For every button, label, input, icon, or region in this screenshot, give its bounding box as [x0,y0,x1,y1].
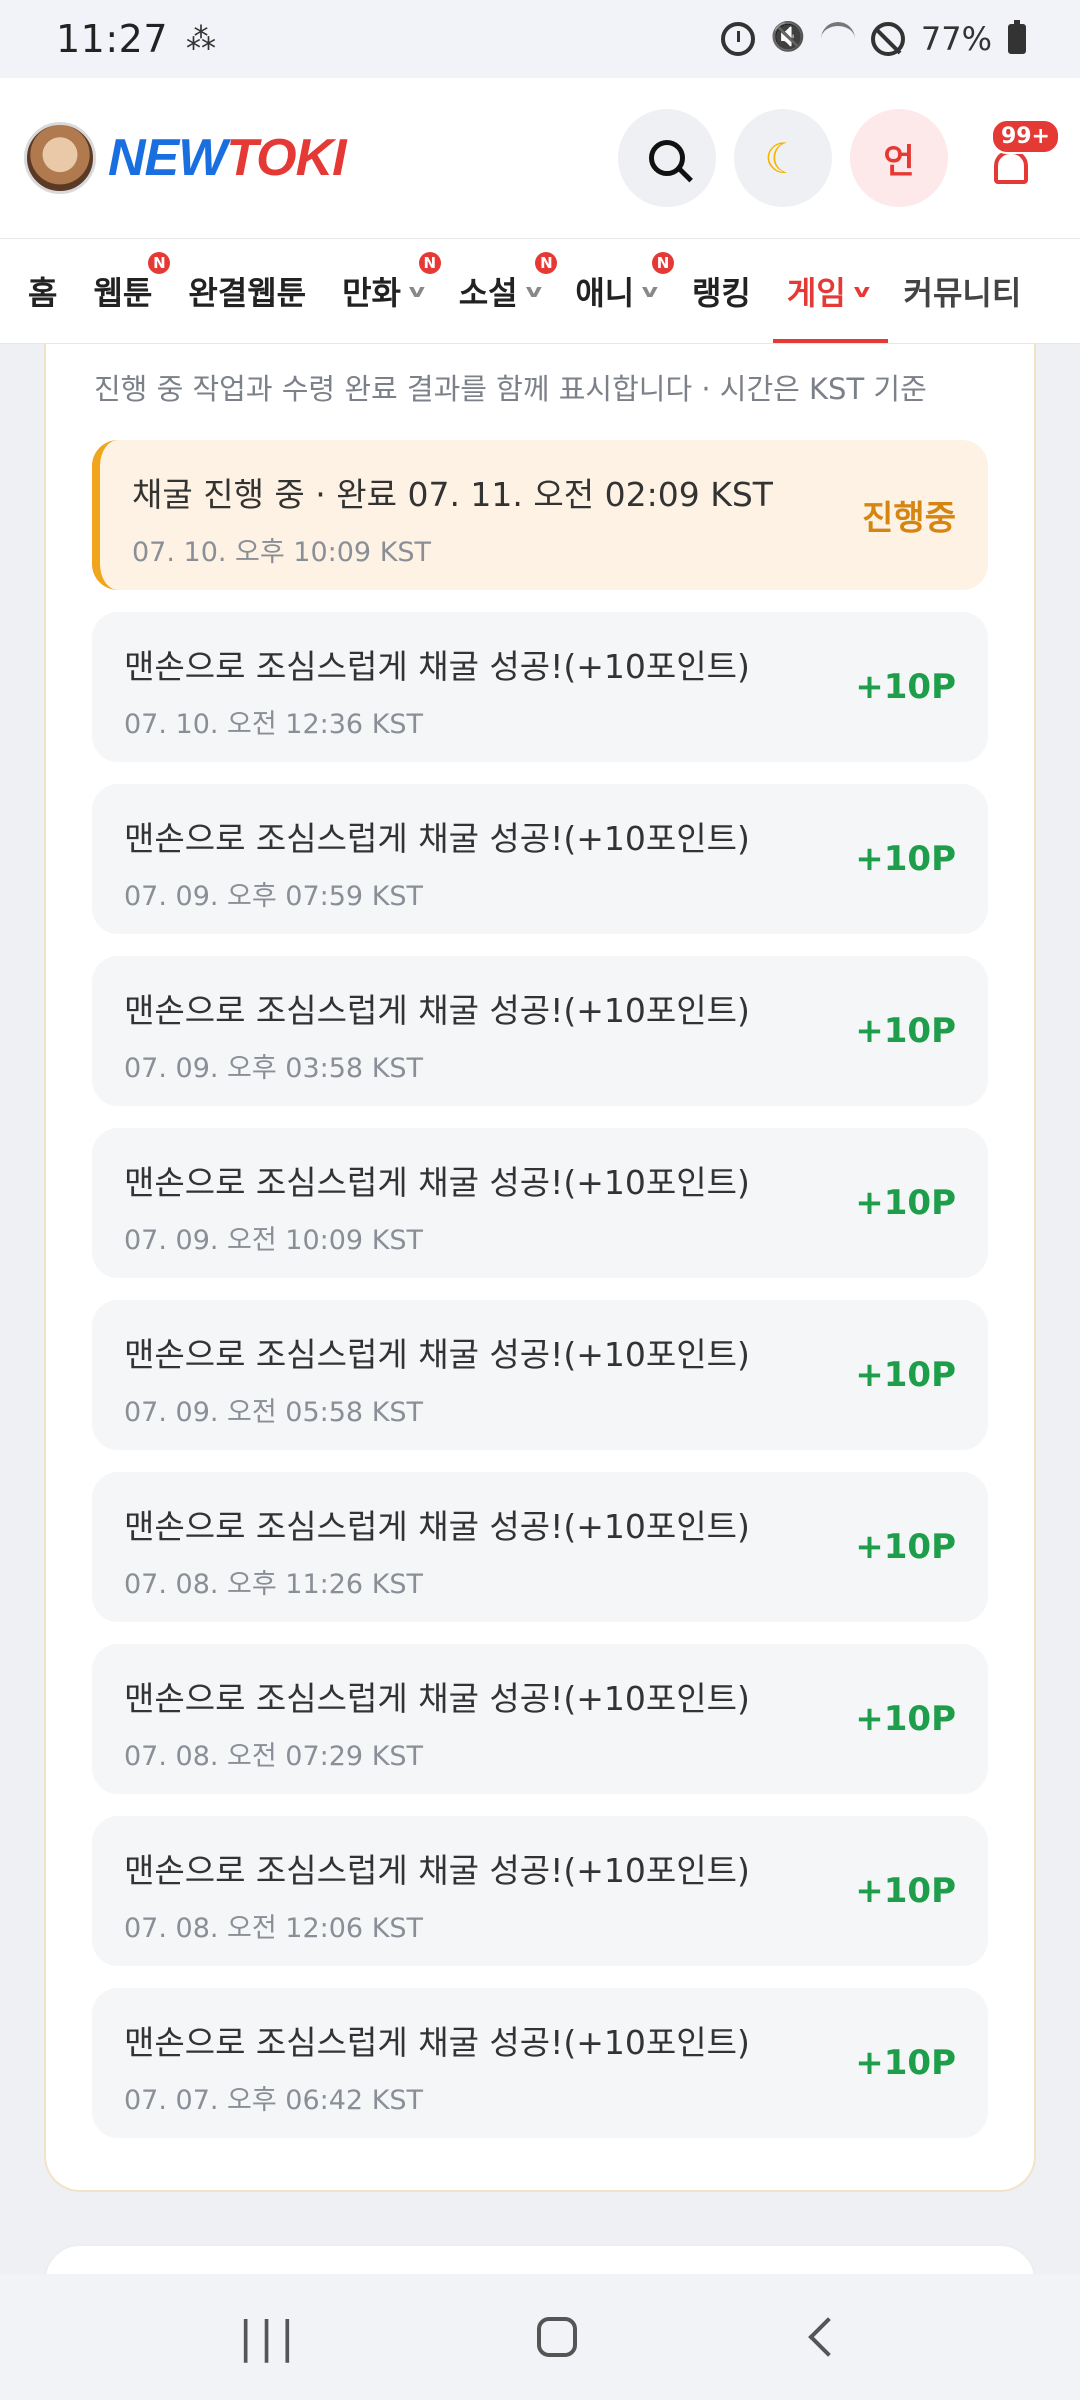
item-title: 맨손으로 조심스럽게 채굴 성공!(+10포인트) [124,2023,750,2062]
notification-button[interactable]: 99+ [966,109,1060,207]
tab-game[interactable]: 게임 v [772,239,888,343]
item-date: 07. 09. 오전 05:58 KST [124,1397,424,1428]
site-header: NEWTOKI ☾ 언 99+ [0,78,1080,238]
item-date: 07. 10. 오후 10:09 KST [132,537,432,568]
item-date: 07. 09. 오전 10:09 KST [124,1225,424,1256]
item-date: 07. 07. 오후 06:42 KST [124,2085,424,2116]
list-item[interactable]: 맨손으로 조심스럽게 채굴 성공!(+10포인트) 07. 08. 오후 11:… [92,1472,988,1622]
item-title: 맨손으로 조심스럽게 채굴 성공!(+10포인트) [124,1507,750,1546]
status-badge: 진행중 [862,498,956,539]
item-date: 07. 09. 오후 07:59 KST [124,881,424,912]
item-title: 맨손으로 조심스럽게 채굴 성공!(+10포인트) [124,1163,750,1202]
list-item[interactable]: 맨손으로 조심스럽게 채굴 성공!(+10포인트) 07. 08. 오전 07:… [92,1644,988,1794]
category-nav: 홈 웹툰 N 완결웹툰 만화 v N 소설 v N 애니 v N 랭킹 게임 v 커뮤니티 [0,238,1080,344]
back-icon[interactable] [807,2317,848,2357]
tab-community[interactable]: 커뮤니티 [903,239,1022,343]
status-icons: 77% [720,20,1026,58]
item-points: +10P [855,1699,956,1739]
tab-webtoon[interactable]: 웹툰 N [93,239,171,343]
new-badge: N [148,252,171,274]
logo-new-text: NEW [108,129,227,187]
item-points: +10P [855,1011,956,1051]
item-points: +10P [855,1527,956,1567]
site-logo[interactable]: NEWTOKI [108,128,347,188]
search-icon [649,140,685,176]
item-points: +10P [855,1183,956,1223]
chevron-down-icon: v [641,280,659,302]
chevron-down-icon: v [853,280,870,302]
user-initial: 언 [883,141,915,182]
tab-home[interactable]: 홈 [28,239,58,343]
tab-label: 게임 [786,274,846,312]
list-item[interactable]: 맨손으로 조심스럽게 채굴 성공!(+10포인트) 07. 08. 오전 12:… [92,1816,988,1966]
status-bar: 11:27 ⁂ 77% [0,0,1080,78]
chevron-down-icon: v [408,280,426,302]
item-points: +10P [855,839,956,879]
tab-label: 랭킹 [691,274,751,312]
tab-completed-webtoon[interactable]: 완결웹툰 [188,239,307,343]
list-item-in-progress[interactable]: 채굴 진행 중 · 완료 07. 11. 오전 02:09 KST 07. 10… [92,440,988,590]
tab-ranking[interactable]: 랭킹 [691,239,751,343]
tab-label: 애니 [575,274,635,312]
tab-label: 웹툰 [93,274,153,312]
notification-badge: 99+ [990,119,1060,154]
battery-percent: 77% [920,20,992,58]
item-points: +10P [855,667,956,707]
list-item[interactable]: 맨손으로 조심스럽게 채굴 성공!(+10포인트) 07. 09. 오전 10:… [92,1128,988,1278]
item-points: +10P [855,1355,956,1395]
recent-apps-icon[interactable]: ||| [238,2312,300,2363]
list-item[interactable]: 맨손으로 조심스럽게 채굴 성공!(+10포인트) 07. 07. 오후 06:… [92,1988,988,2138]
dark-mode-button[interactable]: ☾ [734,109,832,207]
wifi-icon [820,22,855,56]
grid-icon: ⁂ [186,21,217,57]
list-item[interactable]: 맨손으로 조심스럽게 채굴 성공!(+10포인트) 07. 10. 오전 12:… [92,612,988,762]
mining-history-card: 진행 중 작업과 수령 완료 결과를 함께 표시합니다 · 시간은 KST 기준… [44,344,1036,2192]
logo-toki-text: TOKI [226,129,346,187]
new-badge: N [535,252,558,274]
item-date: 07. 10. 오전 12:36 KST [124,709,424,740]
item-title: 맨손으로 조심스럽게 채굴 성공!(+10포인트) [124,647,750,686]
tab-label: 커뮤니티 [903,274,1022,312]
chevron-down-icon: v [525,280,542,302]
item-title: 맨손으로 조심스럽게 채굴 성공!(+10포인트) [124,1335,750,1374]
card-subtitle: 진행 중 작업과 수령 완료 결과를 함께 표시합니다 · 시간은 KST 기준 [94,372,927,406]
system-nav-bar: ||| [0,2274,1080,2400]
mining-history-list: 채굴 진행 중 · 완료 07. 11. 오전 02:09 KST 07. 10… [92,440,988,2160]
item-date: 07. 08. 오전 12:06 KST [124,1913,424,1944]
item-title: 채굴 진행 중 · 완료 07. 11. 오전 02:09 KST [132,475,773,514]
bell-icon [994,150,1028,184]
list-item[interactable]: 맨손으로 조심스럽게 채굴 성공!(+10포인트) 07. 09. 오후 03:… [92,956,988,1106]
logo-avatar[interactable] [24,122,96,194]
tab-label: 홈 [28,274,58,312]
tab-anime[interactable]: 애니 v N [575,239,674,343]
item-title: 맨손으로 조심스럽게 채굴 성공!(+10포인트) [124,819,750,858]
item-points: +10P [855,1871,956,1911]
tab-manga[interactable]: 만화 v N [342,239,441,343]
item-date: 07. 08. 오후 11:26 KST [124,1569,424,1600]
tab-label: 소설 [458,274,518,312]
item-points: +10P [855,2043,956,2083]
tab-label: 완결웹툰 [188,274,307,312]
item-title: 맨손으로 조심스럽게 채굴 성공!(+10포인트) [124,991,750,1030]
alarm-icon [720,22,755,56]
search-button[interactable] [618,109,716,207]
battery-icon [1008,20,1026,54]
new-badge: N [651,252,674,274]
moon-icon: ☾ [764,133,802,183]
item-date: 07. 08. 오전 07:29 KST [124,1741,424,1772]
tab-label: 만화 [342,274,401,312]
status-time: 11:27 [56,17,169,61]
item-title: 맨손으로 조심스럽게 채굴 성공!(+10포인트) [124,1679,750,1718]
user-avatar-button[interactable]: 언 [850,109,948,207]
new-badge: N [418,252,441,274]
item-title: 맨손으로 조심스럽게 채굴 성공!(+10포인트) [124,1851,750,1890]
dnd-icon [870,22,905,56]
mute-icon [771,22,805,56]
tab-novel[interactable]: 소설 v N [458,239,558,343]
list-item[interactable]: 맨손으로 조심스럽게 채굴 성공!(+10포인트) 07. 09. 오후 07:… [92,784,988,934]
home-icon[interactable] [537,2317,578,2357]
item-date: 07. 09. 오후 03:58 KST [124,1053,424,1084]
list-item[interactable]: 맨손으로 조심스럽게 채굴 성공!(+10포인트) 07. 09. 오전 05:… [92,1300,988,1450]
